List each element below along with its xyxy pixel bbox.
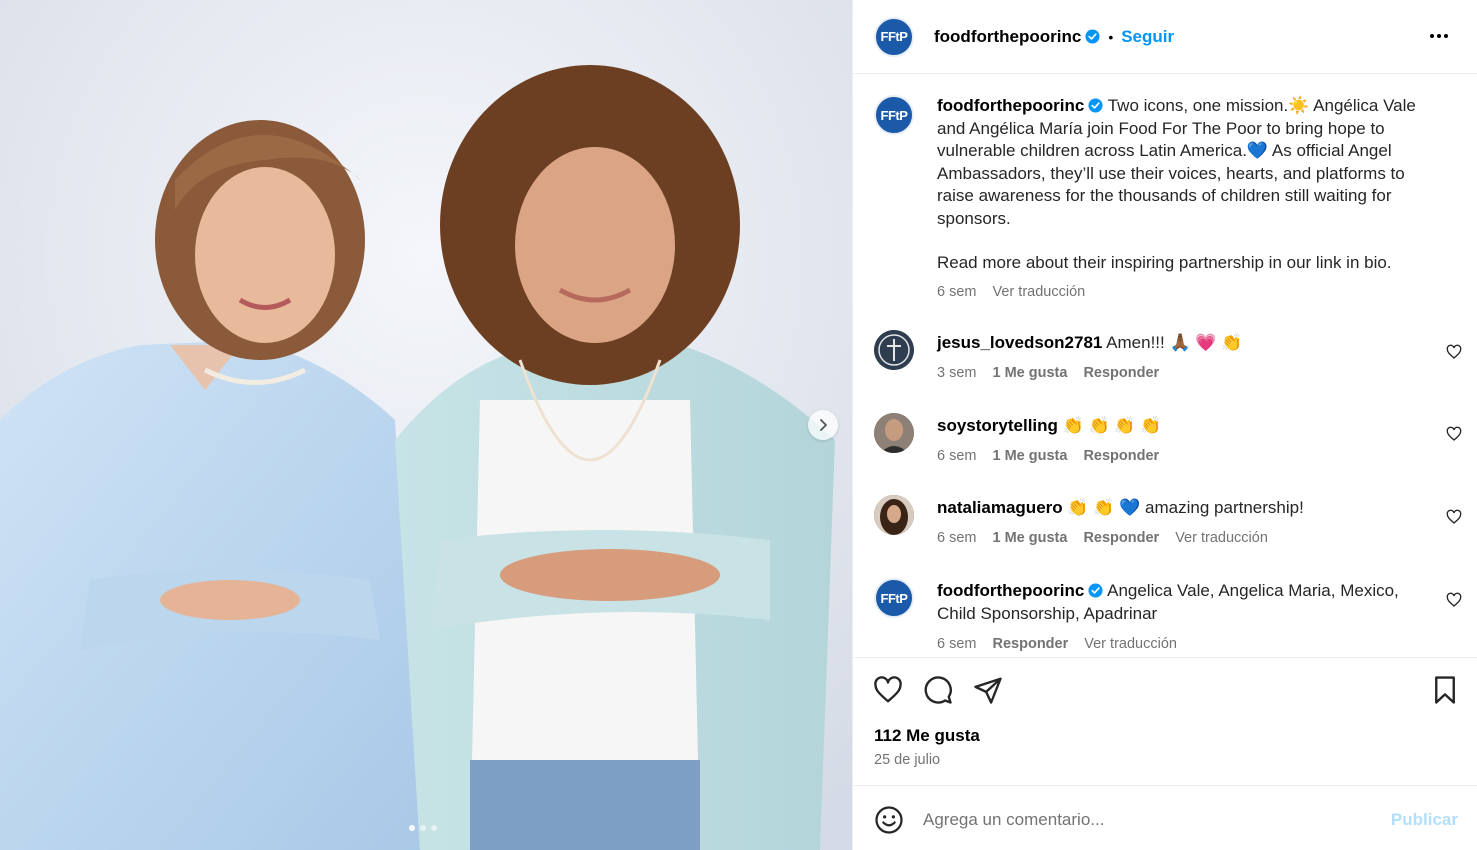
post-media[interactable] — [0, 0, 852, 850]
carousel-dots — [409, 825, 437, 831]
translate-link[interactable]: Ver traducción — [1084, 636, 1177, 652]
reply-button[interactable]: Responder — [993, 636, 1069, 652]
caption-text-2: Read more about their inspiring partners… — [937, 253, 1392, 272]
comment-meta: 6 sem Responder Ver traducción — [937, 636, 1177, 652]
reply-button[interactable]: Responder — [1083, 530, 1159, 546]
header-separator: • — [1108, 28, 1114, 45]
post-actions: 112 Me gusta 25 de julio — [853, 657, 1477, 785]
timestamp: 6 sem — [937, 636, 977, 652]
avatar-photo-icon — [874, 413, 914, 453]
comment-text: 👏 👏 💙 amazing partnership! — [1067, 498, 1304, 517]
save-bookmark-icon[interactable] — [1430, 675, 1460, 705]
comment-username[interactable]: nataliamaguero — [937, 498, 1063, 517]
likes-count[interactable]: 112 Me gusta — [874, 726, 980, 746]
post-header: FFtP foodforthepoorinc • Seguir — [853, 0, 1477, 74]
dot-icon — [1444, 34, 1448, 38]
follow-button[interactable]: Seguir — [1121, 27, 1174, 47]
post-comment-button[interactable]: Publicar — [1391, 810, 1458, 830]
header-username[interactable]: foodforthepoorinc — [934, 27, 1081, 47]
more-options-button[interactable] — [1430, 26, 1452, 46]
like-comment-heart-icon[interactable] — [1446, 344, 1462, 360]
post-photo — [0, 0, 852, 850]
reply-button[interactable]: Responder — [1083, 365, 1159, 381]
comment-bubble-icon[interactable] — [923, 675, 953, 705]
comment-body: foodforthepoorinc Angelica Vale, Angelic… — [937, 580, 1422, 625]
comment-meta: 3 sem 1 Me gusta Responder — [937, 365, 1159, 381]
caption-meta: 6 sem Ver traducción — [937, 284, 1085, 300]
share-paper-plane-icon[interactable] — [973, 675, 1003, 705]
like-comment-heart-icon[interactable] — [1446, 509, 1462, 525]
comment: FFtP foodforthepoorinc Angelica Vale, An… — [874, 578, 1464, 657]
timestamp: 6 sem — [937, 530, 977, 546]
comments-list[interactable]: FFtP foodforthepoorinc Two icons, one mi… — [853, 75, 1477, 657]
verified-badge-icon — [1088, 98, 1103, 113]
carousel-dot — [409, 825, 415, 831]
caption-body: foodforthepoorinc Two icons, one mission… — [937, 95, 1422, 275]
comment-likes[interactable]: 1 Me gusta — [993, 365, 1068, 381]
verified-badge-icon — [1088, 583, 1103, 598]
avatar[interactable]: FFtP — [874, 578, 914, 618]
comment-likes[interactable]: 1 Me gusta — [993, 448, 1068, 464]
carousel-dot — [431, 825, 437, 831]
comment-input[interactable] — [923, 804, 1363, 836]
avatar[interactable]: FFtP — [874, 95, 914, 135]
dot-icon — [1437, 34, 1441, 38]
verified-badge-icon — [1085, 29, 1100, 44]
avatar[interactable]: FFtP — [874, 16, 914, 57]
comment-body: soystorytelling 👏 👏 👏 👏 — [937, 415, 1422, 438]
comment-likes[interactable]: 1 Me gusta — [993, 530, 1068, 546]
comment-username[interactable]: jesus_lovedson2781 — [937, 333, 1102, 352]
comment: jesus_lovedson2781 Amen!!! 🙏🏾 💗 👏 3 sem … — [874, 330, 1464, 390]
like-comment-heart-icon[interactable] — [1446, 426, 1462, 442]
translate-link[interactable]: Ver traducción — [1175, 530, 1268, 546]
like-heart-icon[interactable] — [873, 675, 903, 705]
comment: nataliamaguero 👏 👏 💙 amazing partnership… — [874, 495, 1464, 555]
caption-username[interactable]: foodforthepoorinc — [937, 96, 1084, 115]
comment-composer: Publicar — [853, 785, 1477, 850]
emoji-smile-icon[interactable] — [874, 805, 904, 835]
comment-meta: 6 sem 1 Me gusta Responder — [937, 448, 1159, 464]
avatar-badge-icon — [874, 330, 914, 370]
post-date: 25 de julio — [874, 752, 941, 768]
avatar-photo-icon — [874, 495, 914, 535]
timestamp: 6 sem — [937, 284, 977, 300]
caption: FFtP foodforthepoorinc Two icons, one mi… — [874, 95, 1464, 305]
comment-meta: 6 sem 1 Me gusta Responder Ver traducció… — [937, 530, 1268, 546]
chevron-right-icon — [820, 419, 827, 431]
timestamp: 3 sem — [937, 365, 977, 381]
comment-text: 👏 👏 👏 👏 — [1062, 416, 1162, 435]
comment-username[interactable]: soystorytelling — [937, 416, 1058, 435]
comment-username[interactable]: foodforthepoorinc — [937, 581, 1084, 600]
carousel-dot — [420, 825, 426, 831]
comment-body: nataliamaguero 👏 👏 💙 amazing partnership… — [937, 497, 1422, 520]
caption-text: Two icons, one mission.☀️ Angélica Vale … — [937, 96, 1416, 228]
comment-text: Amen!!! 🙏🏾 💗 👏 — [1106, 333, 1243, 352]
avatar[interactable] — [874, 413, 914, 453]
avatar[interactable] — [874, 330, 914, 370]
avatar[interactable] — [874, 495, 914, 535]
post-panel: FFtP foodforthepoorinc • Seguir FFtP foo… — [852, 0, 1477, 850]
translate-link[interactable]: Ver traducción — [993, 284, 1086, 300]
comment: soystorytelling 👏 👏 👏 👏 6 sem 1 Me gusta… — [874, 413, 1464, 473]
like-comment-heart-icon[interactable] — [1446, 592, 1462, 608]
next-slide-button[interactable] — [808, 410, 838, 440]
timestamp: 6 sem — [937, 448, 977, 464]
reply-button[interactable]: Responder — [1083, 448, 1159, 464]
dot-icon — [1430, 34, 1434, 38]
comment-body: jesus_lovedson2781 Amen!!! 🙏🏾 💗 👏 — [937, 332, 1422, 355]
